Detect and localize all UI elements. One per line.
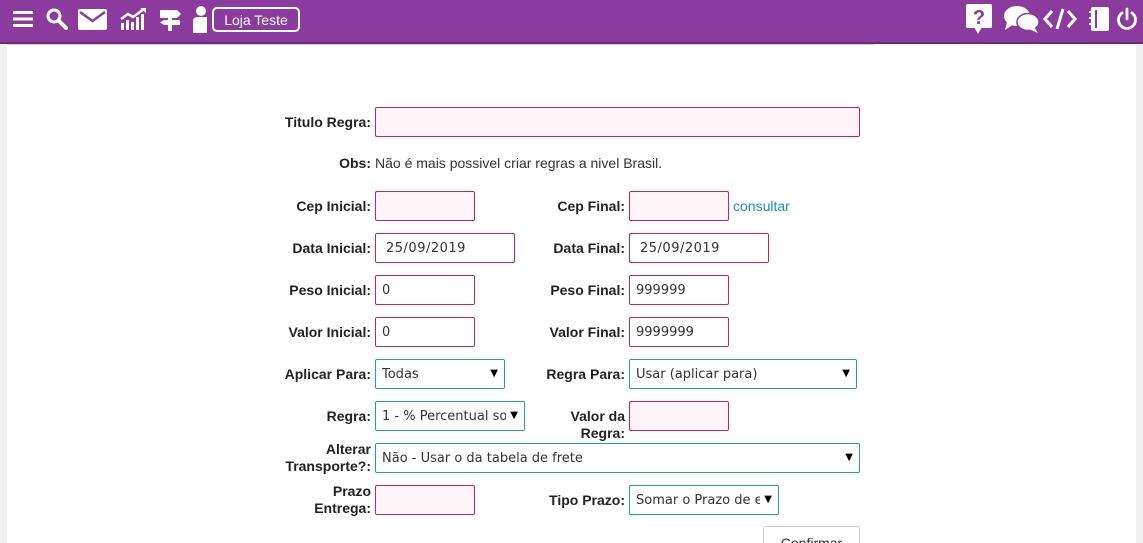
data-final-label: Data Final: — [553, 240, 625, 256]
tipo-prazo-select[interactable]: Somar o Prazo de er ▼ — [629, 485, 779, 515]
peso-inicial-label: Peso Inicial: — [289, 282, 371, 298]
cep-final-input[interactable] — [629, 191, 729, 221]
peso-final-label: Peso Final: — [550, 282, 625, 298]
panel-divider — [7, 44, 875, 45]
regra-para-value: Usar (aplicar para) — [636, 366, 758, 382]
aplicar-para-select[interactable]: Todas ▼ — [375, 359, 505, 389]
chat-icon[interactable] — [1002, 6, 1040, 33]
mail-icon[interactable] — [77, 6, 107, 32]
chevron-down-icon: ▼ — [764, 494, 772, 505]
search-icon[interactable] — [45, 6, 69, 32]
chevron-down-icon: ▼ — [845, 452, 853, 463]
confirm-button[interactable]: Confirmar — [763, 526, 860, 543]
menu-icon[interactable] — [12, 6, 34, 32]
valor-inicial-input[interactable]: 0 — [375, 317, 475, 347]
signpost-icon[interactable] — [158, 6, 182, 32]
cep-inicial-label: Cep Inicial: — [296, 198, 371, 214]
valor-regra-input[interactable] — [629, 401, 729, 431]
titulo-input[interactable] — [375, 107, 860, 137]
store-selector-button[interactable]: Loja Teste — [212, 7, 300, 32]
regra-label: Regra: — [326, 408, 371, 424]
prazo-label-line2: Entrega: — [314, 500, 371, 516]
svg-text:?: ? — [973, 7, 985, 29]
regra-value: 1 - % Percentual sob — [382, 408, 506, 424]
valor-regra-label: Valor da Regra: — [570, 408, 625, 441]
data-inicial-input[interactable]: 25/09/2019 — [375, 233, 515, 263]
help-icon[interactable]: ? — [965, 4, 993, 34]
right-gutter — [1136, 44, 1143, 543]
user-store-icon[interactable] — [192, 6, 214, 33]
chevron-down-icon: ▼ — [490, 368, 498, 379]
alterar-transporte-select[interactable]: Não - Usar o da tabela de frete ▼ — [375, 443, 860, 473]
valor-inicial-label: Valor Inicial: — [288, 324, 371, 340]
aplicar-para-value: Todas — [382, 366, 419, 382]
prazo-entrega-input[interactable] — [375, 485, 475, 515]
peso-final-input[interactable]: 999999 — [629, 275, 729, 305]
cep-final-label: Cep Final: — [557, 198, 625, 214]
chart-icon[interactable] — [119, 6, 147, 32]
tipo-prazo-value: Somar o Prazo de er — [636, 492, 760, 508]
peso-inicial-input[interactable]: 0 — [375, 275, 475, 305]
regra-select[interactable]: 1 - % Percentual sob ▼ — [375, 401, 525, 431]
confirm-label: Confirmar — [780, 535, 843, 543]
alterar-label-line2: Transporte?: — [285, 458, 371, 474]
store-name: Loja Teste — [224, 11, 288, 28]
aplicar-para-label: Aplicar Para: — [284, 366, 371, 382]
regra-para-label: Regra Para: — [546, 366, 625, 382]
data-inicial-label: Data Inicial: — [292, 240, 371, 256]
alterar-label-line1: Alterar — [325, 441, 371, 457]
cep-inicial-input[interactable] — [375, 191, 475, 221]
tipo-prazo-label: Tipo Prazo: — [549, 492, 625, 508]
power-icon[interactable] — [1115, 6, 1139, 32]
code-icon[interactable] — [1043, 6, 1077, 32]
regra-para-select[interactable]: Usar (aplicar para) ▼ — [629, 359, 857, 389]
data-final-input[interactable]: 25/09/2019 — [629, 233, 769, 263]
notebook-icon[interactable] — [1087, 6, 1111, 32]
obs-label: Obs: — [339, 155, 371, 171]
chevron-down-icon: ▼ — [510, 410, 518, 421]
valor-final-label: Valor Final: — [549, 324, 625, 340]
top-navigation-bar: Loja Teste ? — [0, 0, 1143, 44]
consultar-link[interactable]: consultar — [733, 198, 790, 214]
titulo-label: Titulo Regra: — [284, 114, 371, 130]
valor-final-input[interactable]: 9999999 — [629, 317, 729, 347]
prazo-label-line1: Prazo — [332, 483, 371, 499]
alterar-transporte-value: Não - Usar o da tabela de frete — [382, 450, 583, 466]
chevron-down-icon: ▼ — [842, 368, 850, 379]
obs-text: Não é mais possivel criar regras a nivel… — [375, 155, 663, 171]
